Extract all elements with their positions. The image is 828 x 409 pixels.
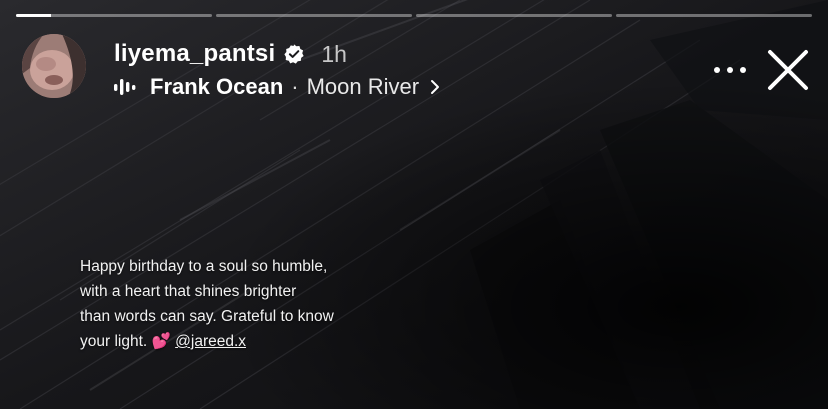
profile-photo-icon	[22, 34, 86, 98]
music-separator: ·	[291, 74, 299, 99]
verified-badge-icon	[283, 43, 305, 65]
avatar[interactable]	[22, 34, 86, 98]
time-ago: 1h	[321, 40, 347, 67]
story-progress-bar	[16, 14, 812, 17]
music-song: Moon River	[306, 74, 420, 99]
audio-bars-icon	[114, 77, 136, 97]
story-header: liyema_pantsi 1h Frank Ocean · Moon Rive…	[22, 34, 810, 100]
progress-segment	[16, 14, 212, 17]
caption-line: Happy birthday to a soul so humble,	[80, 258, 328, 275]
story-caption: Happy birthday to a soul so humble, with…	[80, 254, 370, 354]
caption-line: with a heart that shines brighter	[80, 283, 297, 300]
caption-text: your light.	[80, 333, 148, 350]
close-button[interactable]	[764, 46, 812, 94]
caption-line: your light. 💕 @jareed.x	[80, 329, 370, 354]
chevron-right-icon	[429, 79, 441, 95]
username[interactable]: liyema_pantsi	[114, 40, 275, 68]
progress-fill	[16, 14, 52, 17]
username-row: liyema_pantsi 1h	[114, 38, 347, 70]
two-hearts-emoji: 💕	[151, 333, 171, 350]
more-dots-icon	[714, 67, 746, 73]
progress-segment	[416, 14, 612, 17]
more-options-button[interactable]	[710, 54, 750, 86]
progress-segment	[616, 14, 812, 17]
music-attribution[interactable]: Frank Ocean · Moon River	[114, 72, 441, 102]
story-viewer[interactable]: liyema_pantsi 1h Frank Ocean · Moon Rive…	[0, 0, 828, 409]
caption-line: than words can say. Grateful to know	[80, 308, 334, 325]
user-mention-link[interactable]: @jareed.x	[175, 333, 246, 350]
music-artist: Frank Ocean	[150, 74, 284, 99]
close-icon	[768, 50, 808, 90]
progress-segment	[216, 14, 412, 17]
